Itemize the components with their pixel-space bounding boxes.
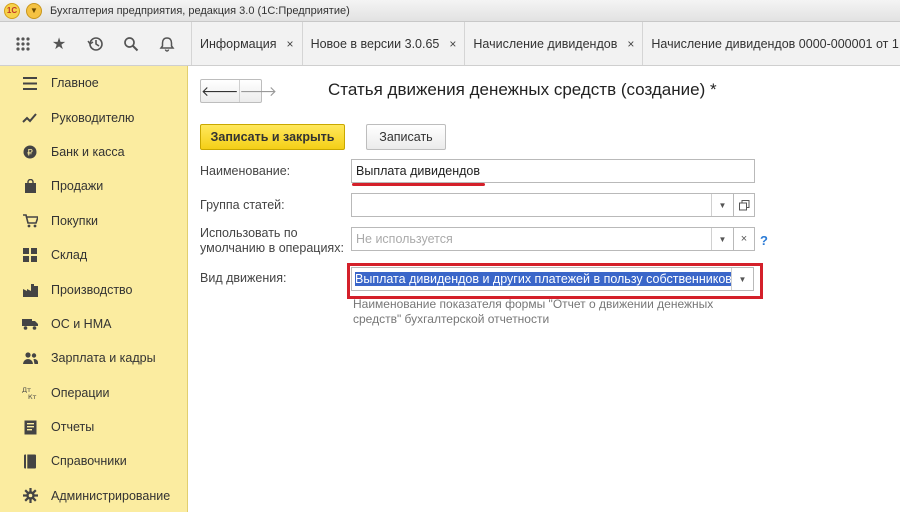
main-menu-button[interactable]: ▼ xyxy=(26,2,42,19)
sidebar-item-label: Покупки xyxy=(51,213,99,228)
clear-icon[interactable]: × xyxy=(734,227,755,251)
sidebar-item-label: ОС и НМА xyxy=(51,316,112,331)
default-use-label: Использовать по умолчанию в операциях: xyxy=(200,226,344,255)
coin-icon: ₽ xyxy=(22,144,38,160)
star-icon[interactable]: ★ xyxy=(48,33,70,55)
red-underline-annotation xyxy=(352,183,485,186)
hint-text: Наименование показателя формы "Отчет о д… xyxy=(353,297,714,326)
name-input[interactable]: Выплата дивидендов xyxy=(351,159,755,183)
sidebar-item-label: Главное xyxy=(51,76,99,91)
truck-icon xyxy=(22,316,38,332)
top-panel: ★ Информация × Новое в версии 3.0.65 × Н… xyxy=(0,22,900,66)
sidebar-item-label: Отчеты xyxy=(51,420,95,435)
save-button[interactable]: Записать xyxy=(366,124,446,150)
shopping-bag-icon xyxy=(22,178,38,194)
sidebar-item-label: Справочники xyxy=(51,454,127,469)
people-icon xyxy=(22,350,38,366)
window-title: Бухгалтерия предприятия, редакция 3.0 (1… xyxy=(50,4,350,17)
sidebar-item-label: Склад xyxy=(51,248,88,263)
tab-label: Информация xyxy=(200,37,277,51)
sidebar-item-salary[interactable]: Зарплата и кадры xyxy=(0,341,187,375)
trend-chart-icon xyxy=(22,110,38,126)
cart-icon xyxy=(22,213,38,229)
red-box-annotation xyxy=(347,263,763,299)
toolbar: ★ xyxy=(0,22,192,65)
save-and-close-button[interactable]: Записать и закрыть xyxy=(200,124,345,150)
sidebar-item-label: Продажи xyxy=(51,179,104,194)
page-title: Статья движения денежных средств (создан… xyxy=(328,80,717,99)
sidebar: Главное Руководителю ₽ Банк и касса Прод… xyxy=(0,66,188,512)
tab-strip: Информация × Новое в версии 3.0.65 × Нач… xyxy=(192,22,900,65)
menu-lines-icon xyxy=(22,75,38,91)
chevron-down-icon: ▼ xyxy=(30,6,38,15)
warehouse-grid-icon xyxy=(22,247,38,263)
tab-dividends-doc[interactable]: Начисление дивидендов 0000-000001 от 1 xyxy=(643,22,900,65)
dt-kt-icon: Дт Кт xyxy=(22,385,38,401)
gear-icon xyxy=(22,488,38,504)
form-area: 🡐 🡒 Статья движения денежных средств (со… xyxy=(188,66,900,512)
sidebar-item-sales[interactable]: Продажи xyxy=(0,169,187,203)
sidebar-item-production[interactable]: Производство xyxy=(0,272,187,306)
group-label: Группа статей: xyxy=(200,198,285,212)
sidebar-item-label: Банк и касса xyxy=(51,144,125,159)
arrow-left-icon: 🡐 xyxy=(201,82,239,99)
factory-icon xyxy=(22,282,38,298)
report-icon xyxy=(22,419,38,435)
dropdown-arrow-icon[interactable]: ▼ xyxy=(711,194,733,216)
dropdown-arrow-icon[interactable]: ▼ xyxy=(711,228,733,250)
arrow-right-icon: 🡒 xyxy=(239,82,278,99)
tab-whats-new[interactable]: Новое в версии 3.0.65 × xyxy=(302,22,466,65)
close-icon[interactable]: × xyxy=(287,37,294,51)
title-bar: 1С ▼ Бухгалтерия предприятия, редакция 3… xyxy=(0,0,900,22)
svg-text:Кт: Кт xyxy=(28,393,37,400)
tab-info[interactable]: Информация × xyxy=(192,22,303,65)
help-icon[interactable]: ? xyxy=(760,233,768,248)
name-label: Наименование: xyxy=(200,164,291,178)
svg-text:₽: ₽ xyxy=(27,148,33,158)
sidebar-item-fixed-assets[interactable]: ОС и НМА xyxy=(0,307,187,341)
default-use-placeholder: Не используется xyxy=(356,232,453,246)
book-icon xyxy=(22,453,38,469)
default-use-input[interactable]: Не используется ▼ xyxy=(351,227,734,251)
sidebar-item-label: Администрирование xyxy=(51,488,171,503)
sidebar-item-reports[interactable]: Отчеты xyxy=(0,410,187,444)
tab-label: Начисление дивидендов 0000-000001 от 1 xyxy=(651,37,899,51)
open-icon[interactable] xyxy=(734,193,755,217)
sidebar-item-warehouse[interactable]: Склад xyxy=(0,238,187,272)
sidebar-item-admin[interactable]: Администрирование xyxy=(0,479,187,512)
back-button[interactable]: 🡐 xyxy=(201,80,239,102)
sidebar-item-purchases[interactable]: Покупки xyxy=(0,204,187,238)
sidebar-item-bank[interactable]: ₽ Банк и касса xyxy=(0,135,187,169)
name-value: Выплата дивидендов xyxy=(356,164,481,178)
group-input[interactable]: ▼ xyxy=(351,193,734,217)
app-logo: 1С xyxy=(4,2,20,19)
search-icon[interactable] xyxy=(120,33,142,55)
sidebar-item-manager[interactable]: Руководителю xyxy=(0,100,187,134)
nav-buttons: 🡐 🡒 xyxy=(200,79,277,103)
close-icon[interactable]: × xyxy=(627,37,634,51)
tab-label: Новое в версии 3.0.65 xyxy=(310,37,440,51)
sidebar-item-references[interactable]: Справочники xyxy=(0,444,187,478)
bell-icon[interactable] xyxy=(156,33,178,55)
sidebar-item-label: Производство xyxy=(51,282,133,297)
apps-grid-icon[interactable] xyxy=(12,33,34,55)
sidebar-item-operations[interactable]: Дт Кт Операции xyxy=(0,376,187,410)
sidebar-item-label: Зарплата и кадры xyxy=(51,351,156,366)
tab-dividends-list[interactable]: Начисление дивидендов × xyxy=(465,22,644,65)
movement-type-label: Вид движения: xyxy=(200,271,287,285)
tab-label: Начисление дивидендов xyxy=(473,37,618,51)
forward-button[interactable]: 🡒 xyxy=(238,80,278,102)
sidebar-item-label: Руководителю xyxy=(51,110,135,125)
close-icon[interactable]: × xyxy=(449,37,456,51)
sidebar-item-label: Операции xyxy=(51,385,110,400)
history-icon[interactable] xyxy=(84,33,106,55)
sidebar-item-main[interactable]: Главное xyxy=(0,66,187,100)
